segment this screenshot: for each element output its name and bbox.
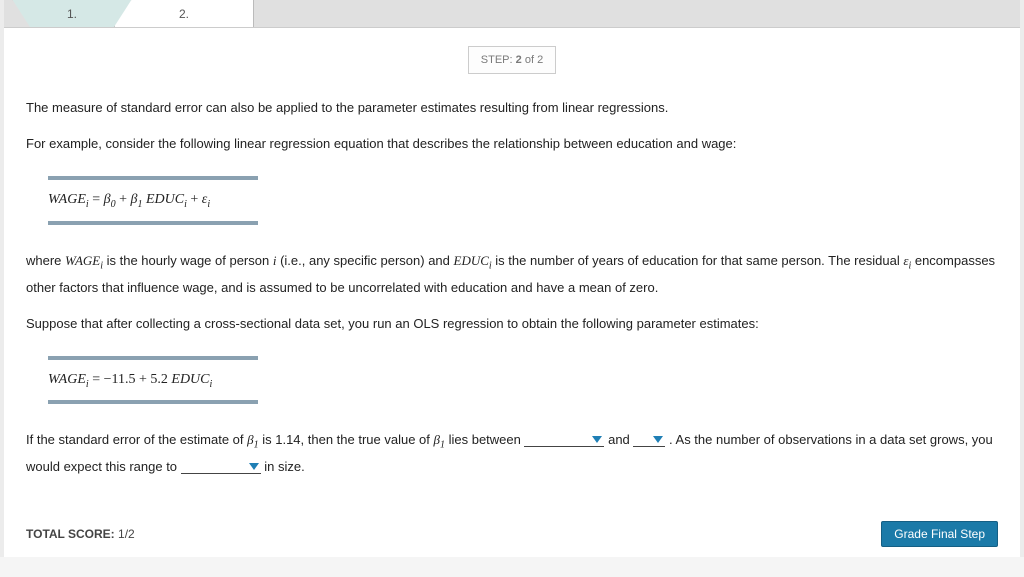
regression-equation-2: WAGEi = −11.5 + 5.2 EDUCi bbox=[48, 356, 998, 404]
page-container: 1. 2. STEP: 2 of 2 The measure of standa… bbox=[0, 0, 1024, 557]
equation-bar-bottom bbox=[48, 221, 258, 225]
intro-1: The measure of standard error can also b… bbox=[26, 96, 998, 120]
question-text: If the standard error of the estimate of… bbox=[26, 428, 998, 479]
equation-1-text: WAGEi = β0 + β1 EDUCi + εi bbox=[48, 181, 998, 219]
suppose-text: Suppose that after collecting a cross-se… bbox=[26, 312, 998, 336]
tab-label: 1. bbox=[67, 7, 77, 21]
step-total: 2 bbox=[537, 54, 543, 66]
equation-bar-top bbox=[48, 176, 258, 180]
total-score-label: TOTAL SCORE: bbox=[26, 527, 115, 541]
grade-final-step-button[interactable]: Grade Final Step bbox=[881, 521, 998, 547]
tab-label: 2. bbox=[179, 7, 189, 21]
step-box: STEP: 2 of 2 bbox=[468, 46, 556, 74]
chevron-down-icon bbox=[249, 463, 259, 470]
regression-equation-1: WAGEi = β0 + β1 EDUCi + εi bbox=[48, 176, 998, 224]
footer-bar: TOTAL SCORE: 1/2 Grade Final Step bbox=[26, 517, 998, 547]
step-of: of bbox=[525, 54, 534, 66]
step-indicator: STEP: 2 of 2 bbox=[26, 46, 998, 74]
intro-2: For example, consider the following line… bbox=[26, 132, 998, 156]
total-score-value: 1/2 bbox=[118, 527, 135, 541]
equation-bar-bottom bbox=[48, 400, 258, 404]
step-prefix: STEP: bbox=[481, 54, 513, 66]
tabs-bar: 1. 2. bbox=[4, 0, 1020, 28]
variable-description: where WAGEi is the hourly wage of person… bbox=[26, 249, 998, 300]
content-panel: STEP: 2 of 2 The measure of standard err… bbox=[4, 28, 1020, 557]
tab-step-2[interactable]: 2. bbox=[114, 0, 254, 27]
tab-step-1[interactable]: 1. bbox=[12, 0, 132, 27]
equation-bar-top bbox=[48, 356, 258, 360]
step-current: 2 bbox=[516, 54, 522, 66]
chevron-down-icon bbox=[653, 436, 663, 443]
dropdown-lower-bound[interactable] bbox=[524, 433, 604, 447]
equation-2-text: WAGEi = −11.5 + 5.2 EDUCi bbox=[48, 361, 998, 399]
chevron-down-icon bbox=[592, 436, 602, 443]
dropdown-range-change[interactable] bbox=[181, 460, 261, 474]
total-score: TOTAL SCORE: 1/2 bbox=[26, 523, 135, 545]
dropdown-upper-bound[interactable] bbox=[633, 433, 665, 447]
